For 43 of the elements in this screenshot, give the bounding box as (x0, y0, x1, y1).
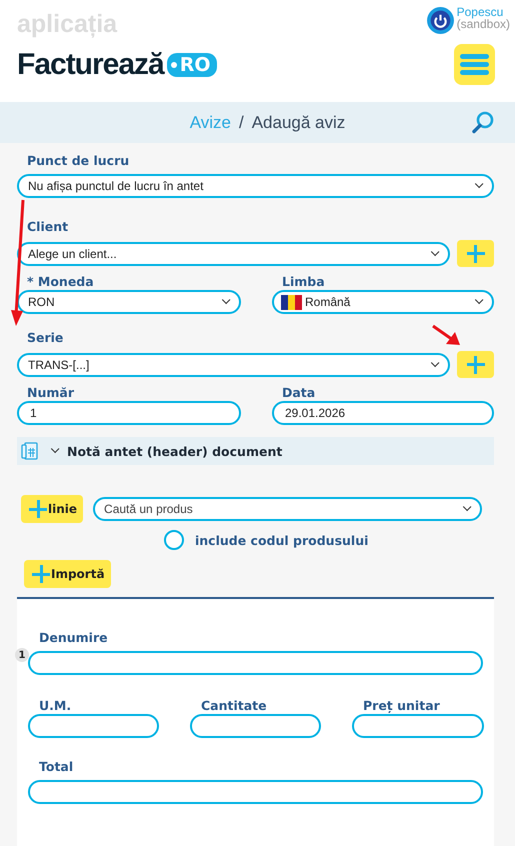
field-label: Total (39, 758, 74, 775)
import-button[interactable]: Importă (24, 560, 111, 588)
power-icon[interactable] (426, 6, 455, 35)
document-icon (20, 441, 40, 461)
add-client-button[interactable] (457, 240, 494, 267)
field-label: * Moneda (27, 274, 94, 289)
breadcrumb-separator: / (238, 112, 244, 132)
unit-field[interactable] (28, 714, 159, 738)
field-label: Preț unitar (363, 698, 440, 713)
collapsible-section-header[interactable]: Notă antet (header) document (17, 437, 494, 465)
unit-price-field[interactable] (352, 714, 484, 738)
user-environment: (sandbox) (456, 18, 510, 30)
date-field[interactable]: 29.01.2026 (272, 401, 494, 425)
flag-icon (281, 294, 302, 310)
field-label: Serie (27, 329, 64, 346)
search-icon[interactable] (471, 110, 495, 134)
field-label: Număr (27, 385, 74, 400)
line-number-badge: 1 (15, 648, 29, 662)
annotation-arrow (431, 324, 461, 346)
field-label: Data (282, 385, 316, 400)
product-search-select[interactable]: Caută un produs (93, 497, 482, 521)
field-label: Denumire (39, 629, 108, 646)
series-select[interactable]: TRANS-[...] (17, 352, 450, 376)
quantity-field[interactable] (190, 714, 321, 738)
add-series-button[interactable] (457, 351, 494, 378)
field-label: Limba (282, 274, 325, 289)
field-label: Cantitate (201, 698, 267, 713)
name-field[interactable] (28, 651, 483, 675)
add-line-button[interactable]: linie (21, 495, 84, 523)
radio-label: include codul produsului (195, 532, 368, 548)
radio-button[interactable] (164, 530, 184, 550)
field-label: Client (27, 218, 68, 235)
language-select[interactable]: Română (272, 290, 494, 314)
total-field[interactable] (28, 780, 483, 804)
workplace-select[interactable]: Nu afișa punctul de lucru în antet (17, 174, 494, 198)
currency-select[interactable]: RON (17, 290, 241, 314)
number-field[interactable]: 1 (17, 401, 241, 425)
field-label: U.M. (39, 698, 72, 713)
breadcrumb-current: Adaugă aviz (252, 112, 346, 132)
logo[interactable]: Facturează RO (17, 48, 217, 82)
client-select[interactable]: Alege un client... (17, 242, 450, 266)
menu-button[interactable] (454, 44, 495, 85)
field-label: Punct de lucru (27, 152, 130, 169)
